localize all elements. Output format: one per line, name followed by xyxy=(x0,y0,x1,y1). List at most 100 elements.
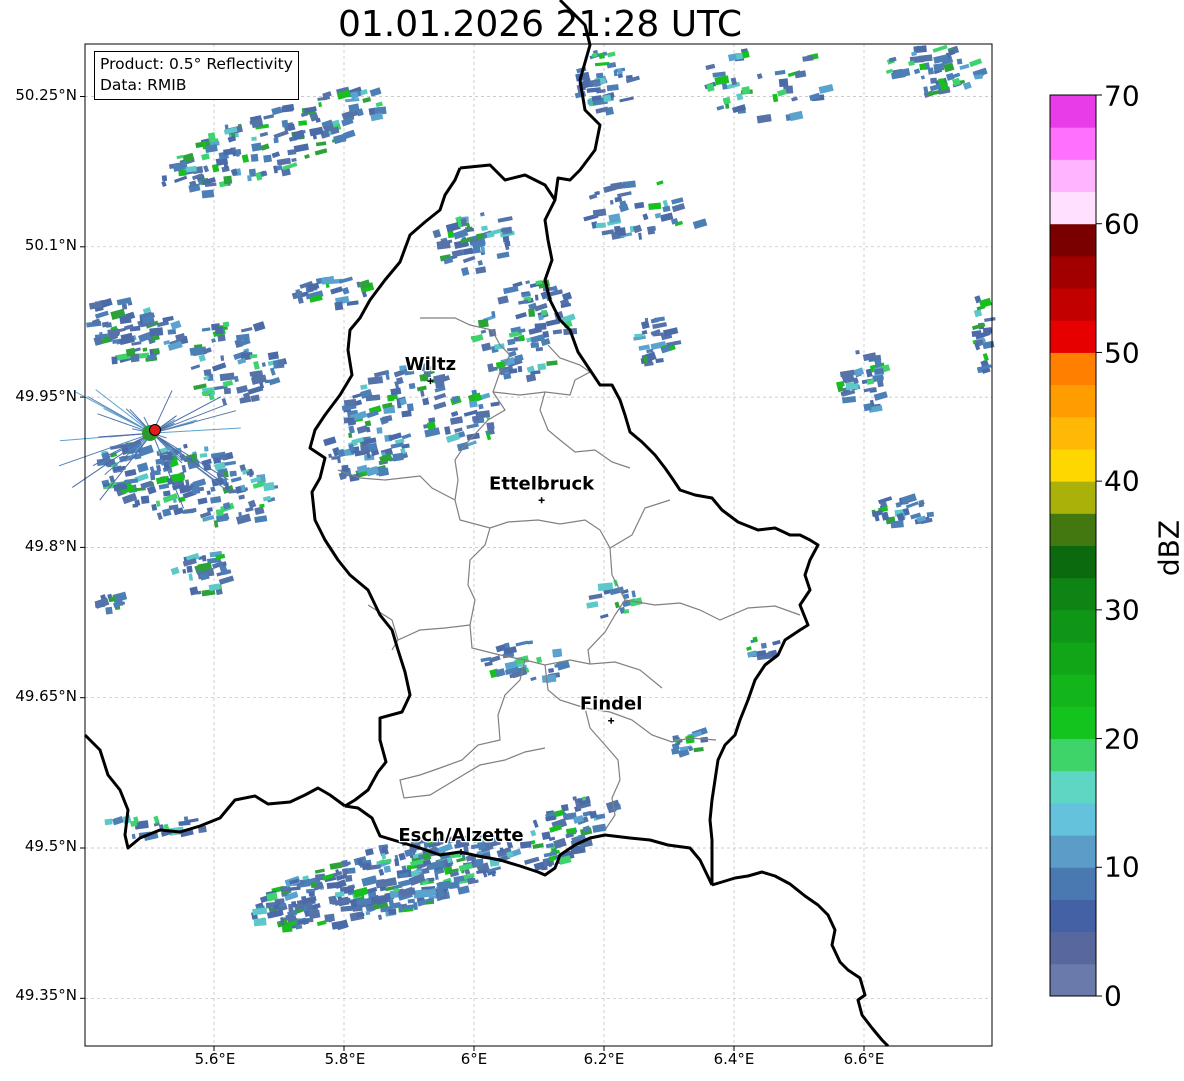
echo-cell xyxy=(595,222,607,229)
echo-cell xyxy=(301,895,307,900)
echo-cell xyxy=(214,326,224,335)
echo-cell xyxy=(778,78,789,88)
colorbar-segment xyxy=(1050,642,1096,675)
echo-cell xyxy=(504,240,511,247)
echo-cell xyxy=(646,225,656,235)
echo-cell xyxy=(926,511,935,518)
colorbar-segment xyxy=(1050,513,1096,546)
colorbar-segment xyxy=(1050,191,1096,225)
echo-cell xyxy=(587,99,592,105)
colorbar-segment xyxy=(1050,545,1096,579)
echo-cell xyxy=(863,403,872,412)
echo-cell xyxy=(222,321,230,328)
echo-cell xyxy=(186,565,193,573)
colorbar-segment xyxy=(1050,867,1096,900)
city-label: Esch/Alzette xyxy=(398,825,523,846)
colorbar-segment xyxy=(1050,899,1096,933)
echo-cell xyxy=(408,382,416,390)
echo-cell xyxy=(223,470,229,478)
echo-cell xyxy=(201,189,215,199)
lon-label: 6.6°E xyxy=(843,1050,885,1068)
colorbar-segment xyxy=(1050,416,1096,450)
colorbar-tick-label: 60 xyxy=(1104,207,1140,241)
lon-label: 6°E xyxy=(460,1050,488,1068)
echo-cell xyxy=(469,400,478,408)
echo-cell xyxy=(334,301,344,311)
colorbar-segment xyxy=(1050,577,1096,611)
echo-cell xyxy=(890,520,904,529)
echo-cell xyxy=(623,609,630,614)
echo-cell xyxy=(376,878,386,886)
colorbar-segment xyxy=(1050,448,1096,482)
echo-cell xyxy=(223,387,232,395)
echo-cell xyxy=(277,359,284,367)
colorbar-segment xyxy=(1050,255,1096,289)
echo-cell xyxy=(919,63,927,71)
echo-cell xyxy=(281,119,289,128)
echo-cell xyxy=(552,648,563,658)
colorbar-tick-label: 70 xyxy=(1104,79,1140,113)
colorbar-segment xyxy=(1050,159,1096,193)
echo-cell xyxy=(150,470,161,476)
echo-cell xyxy=(445,862,451,868)
colorbar-label: dBZ xyxy=(1152,519,1184,577)
echo-cell xyxy=(155,458,164,465)
echo-cell xyxy=(534,322,547,331)
echo-cell xyxy=(490,366,498,372)
echo-cell xyxy=(161,175,168,182)
echo-cell xyxy=(376,427,383,434)
lon-label: 5.6°E xyxy=(194,1050,236,1068)
colorbar-segment xyxy=(1050,963,1096,997)
echo-cell xyxy=(140,495,150,504)
colorbar-segment xyxy=(1050,738,1096,772)
lat-label: 49.65°N xyxy=(15,687,77,705)
echo-cell xyxy=(940,82,949,91)
info-box: Product: 0.5° Reflectivity Data: RMIB xyxy=(94,51,299,100)
echo-cell xyxy=(474,858,484,867)
echo-cell xyxy=(259,503,265,508)
colorbar-segment xyxy=(1050,609,1096,643)
echo-cell xyxy=(203,446,209,452)
echo-cell xyxy=(956,58,963,65)
map-title: 01.01.2026 21:28 UTC xyxy=(337,4,743,45)
echo-cell xyxy=(344,874,353,882)
lon-label: 6.2°E xyxy=(583,1050,625,1068)
colorbar-segment xyxy=(1050,931,1096,965)
echo-cell xyxy=(406,403,414,412)
colorbar-segment xyxy=(1050,223,1096,257)
echo-cell xyxy=(383,865,392,873)
lon-label: 5.8°E xyxy=(324,1050,366,1068)
colorbar-tick-label: 30 xyxy=(1104,593,1140,627)
lat-label: 49.35°N xyxy=(15,986,77,1004)
echo-cell xyxy=(598,52,605,60)
colorbar-segment xyxy=(1050,352,1096,386)
echo-cell xyxy=(105,606,113,615)
echo-cell xyxy=(223,175,233,185)
echo-cell xyxy=(308,891,316,897)
echo-cell xyxy=(331,898,338,905)
colorbar-segment xyxy=(1050,802,1096,836)
echo-cell xyxy=(594,81,601,88)
echo-cell xyxy=(111,356,118,365)
colorbar-segment xyxy=(1050,770,1096,804)
echo-cell xyxy=(613,225,621,234)
echo-cell xyxy=(273,137,279,144)
city-label: Findel xyxy=(580,694,643,715)
echo-cell xyxy=(341,868,349,875)
data-source-label: Data: RMIB xyxy=(100,76,187,94)
echo-cell xyxy=(228,489,237,494)
lat-label: 50.25°N xyxy=(15,86,77,104)
city-label: Wiltz xyxy=(405,354,456,375)
echo-cell xyxy=(119,315,132,325)
echo-cell xyxy=(528,308,536,318)
echo-cell xyxy=(247,175,252,182)
echo-cell xyxy=(263,154,272,163)
echo-cell xyxy=(224,482,230,490)
product-label: Product: 0.5° Reflectivity xyxy=(100,55,293,73)
echo-cell xyxy=(603,94,612,103)
echo-cell xyxy=(189,586,199,596)
colorbar-tick-label: 0 xyxy=(1104,979,1122,1013)
echo-cell xyxy=(387,395,395,402)
echo-cell xyxy=(451,395,460,403)
echo-cell xyxy=(541,674,557,683)
